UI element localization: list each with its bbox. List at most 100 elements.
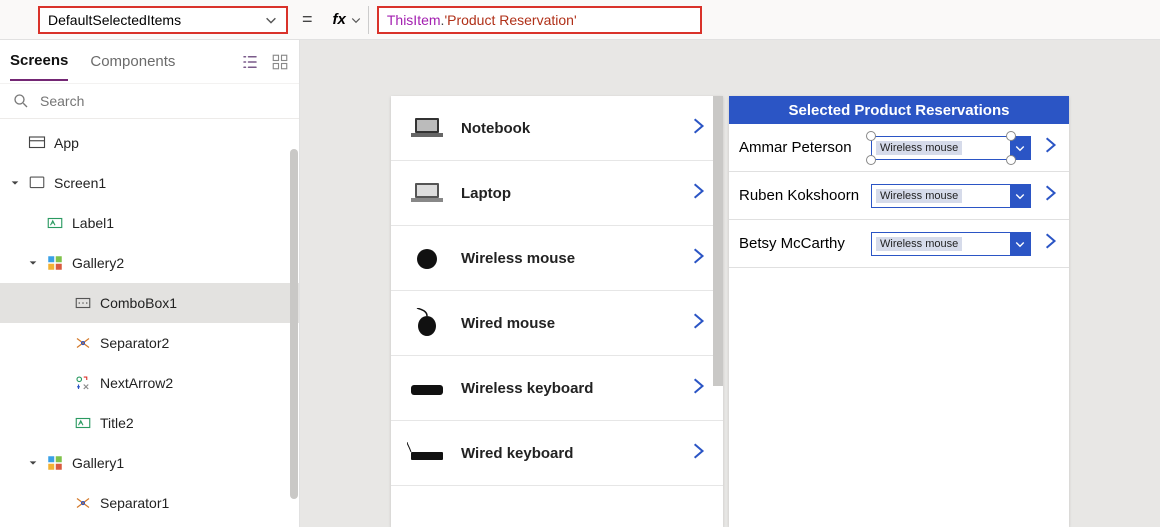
tree-node-separator1[interactable]: Separator1: [0, 483, 299, 523]
fx-label: fx: [333, 11, 346, 28]
left-panel: Screens Components App: [0, 40, 300, 527]
property-dropdown[interactable]: DefaultSelectedItems: [38, 6, 288, 34]
chevron-right-icon[interactable]: [689, 442, 707, 465]
label-control-icon: [74, 414, 92, 432]
selection-handle[interactable]: [1006, 131, 1016, 141]
chevron-right-icon[interactable]: [689, 247, 707, 270]
fx-dropdown[interactable]: fx: [327, 6, 369, 34]
chevron-down-icon: [350, 14, 362, 26]
product-thumb-mouse: [407, 308, 447, 338]
chevron-right-icon[interactable]: [689, 377, 707, 400]
combobox-tag: Wireless mouse: [876, 141, 962, 155]
list-item[interactable]: Wired keyboard: [391, 421, 723, 486]
separator-control-icon: [74, 334, 92, 352]
scrollbar-thumb[interactable]: [713, 96, 723, 386]
tree-label: ComboBox1: [100, 295, 177, 311]
tree-label: Gallery2: [72, 255, 124, 271]
caret-down-icon: [28, 258, 38, 268]
chevron-right-icon[interactable]: [1041, 136, 1059, 159]
product-thumb-keyboard: [407, 373, 447, 403]
chevron-down-icon[interactable]: [1010, 233, 1030, 255]
nextarrow-control-icon: [74, 374, 92, 392]
product-thumb-laptop: [407, 113, 447, 143]
product-label: Wireless keyboard: [461, 380, 675, 397]
canvas-area: Notebook Laptop Wireless mouse: [300, 40, 1160, 527]
product-thumb-laptop: [407, 178, 447, 208]
product-label: Notebook: [461, 120, 675, 137]
combobox[interactable]: Wireless mouse: [871, 136, 1031, 160]
chevron-down-icon: [264, 13, 278, 27]
combobox-control-icon: [74, 294, 92, 312]
table-row: Ruben Kokshoorn Wireless mouse: [729, 172, 1069, 220]
tree-node-label1[interactable]: Label1: [0, 203, 299, 243]
tree-label: Title2: [100, 415, 134, 431]
tree-node-nextarrow2[interactable]: NextArrow2: [0, 363, 299, 403]
tree-label: NextArrow2: [100, 375, 173, 391]
formula-input[interactable]: ThisItem.'Product Reservation': [377, 6, 702, 34]
tree-node-gallery1[interactable]: Gallery1: [0, 443, 299, 483]
reservation-name: Betsy McCarthy: [739, 235, 861, 252]
tree-search: [0, 84, 299, 119]
selection-handle[interactable]: [1006, 155, 1016, 165]
tree-label: Label1: [72, 215, 114, 231]
grid-view-icon[interactable]: [271, 53, 289, 71]
reservations-header: Selected Product Reservations: [729, 96, 1069, 124]
separator-control-icon: [74, 494, 92, 512]
list-item[interactable]: Wireless keyboard: [391, 356, 723, 421]
reservation-name: Ammar Peterson: [739, 139, 861, 156]
list-item[interactable]: Wired mouse: [391, 291, 723, 356]
tab-screens[interactable]: Screens: [10, 42, 68, 81]
tree-label: Screen1: [54, 175, 106, 191]
tree-node-screen1[interactable]: Screen1: [0, 163, 299, 203]
chevron-right-icon[interactable]: [689, 182, 707, 205]
tree-view: App Screen1 Label1 Gallery2: [0, 119, 299, 527]
chevron-right-icon[interactable]: [1041, 232, 1059, 255]
tree-node-app[interactable]: App: [0, 123, 299, 163]
tree-node-gallery2[interactable]: Gallery2: [0, 243, 299, 283]
tree-node-separator2[interactable]: Separator2: [0, 323, 299, 363]
tree-label: Separator1: [100, 495, 169, 511]
caret-down-icon: [28, 458, 38, 468]
reservation-name: Ruben Kokshoorn: [739, 187, 861, 204]
tree-label: Gallery1: [72, 455, 124, 471]
app-frame: Notebook Laptop Wireless mouse: [391, 96, 1069, 527]
gallery-control-icon: [46, 254, 64, 272]
screen-icon: [28, 174, 46, 192]
search-input[interactable]: [40, 93, 287, 109]
product-label: Wired mouse: [461, 315, 675, 332]
product-thumb-mouse: [407, 243, 447, 273]
tree-node-title2[interactable]: Title2: [0, 403, 299, 443]
gallery-reservations: Selected Product Reservations Ammar Pete…: [729, 96, 1069, 527]
tree-outline-icon[interactable]: [241, 53, 259, 71]
table-row: Betsy McCarthy Wireless mouse: [729, 220, 1069, 268]
app-icon: [28, 134, 46, 152]
list-item[interactable]: Wireless mouse: [391, 226, 723, 291]
tree-node-combobox1[interactable]: ComboBox1: [0, 283, 299, 323]
label-control-icon: [46, 214, 64, 232]
product-label: Wired keyboard: [461, 445, 675, 462]
selection-handle[interactable]: [866, 131, 876, 141]
list-item[interactable]: Notebook: [391, 96, 723, 161]
tab-components[interactable]: Components: [90, 43, 175, 80]
chevron-right-icon[interactable]: [1041, 184, 1059, 207]
product-label: Wireless mouse: [461, 250, 675, 267]
scrollbar-thumb[interactable]: [290, 149, 298, 499]
gallery-control-icon: [46, 454, 64, 472]
selection-handle[interactable]: [866, 155, 876, 165]
combobox-tag: Wireless mouse: [876, 237, 962, 251]
formula-token-string: 'Product Reservation': [444, 12, 576, 28]
gallery-products: Notebook Laptop Wireless mouse: [391, 96, 723, 527]
search-icon: [12, 92, 30, 110]
property-dropdown-label: DefaultSelectedItems: [48, 12, 181, 28]
product-label: Laptop: [461, 185, 675, 202]
chevron-down-icon[interactable]: [1010, 185, 1030, 207]
formula-token-thisitem: ThisItem: [387, 12, 441, 28]
combobox[interactable]: Wireless mouse: [871, 232, 1031, 256]
combobox[interactable]: Wireless mouse: [871, 184, 1031, 208]
tree-label: Separator2: [100, 335, 169, 351]
chevron-right-icon[interactable]: [689, 117, 707, 140]
formula-bar: DefaultSelectedItems = fx ThisItem.'Prod…: [0, 0, 1160, 40]
chevron-right-icon[interactable]: [689, 312, 707, 335]
table-row: Ammar Peterson Wireless mouse: [729, 124, 1069, 172]
list-item[interactable]: Laptop: [391, 161, 723, 226]
